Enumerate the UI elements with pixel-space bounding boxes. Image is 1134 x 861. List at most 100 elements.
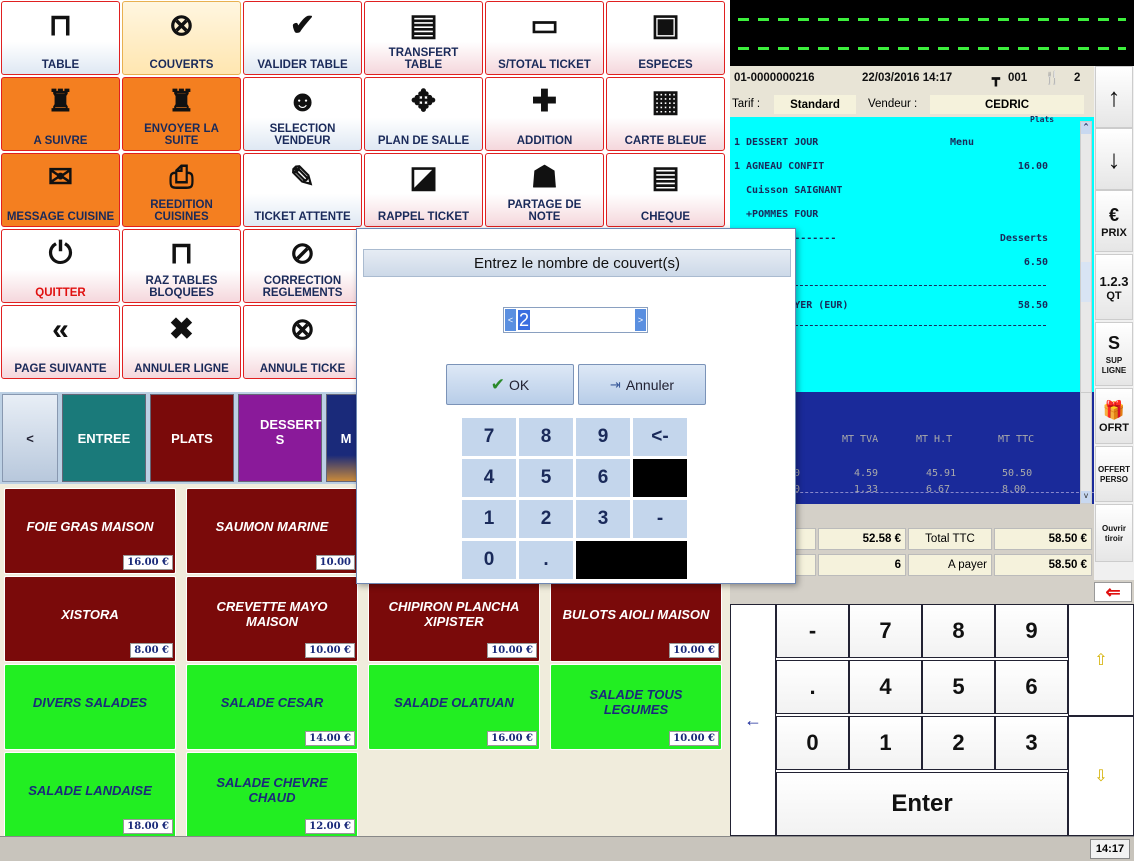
fn-button-reedition-cuisines[interactable]: ⎙ REEDITION CUISINES: [122, 153, 241, 227]
keypad-key[interactable]: .: [776, 660, 849, 714]
product-salade-olatuan[interactable]: SALADE OLATUAN 16.00 €: [368, 664, 540, 750]
category-plats[interactable]: PLATS: [150, 394, 234, 482]
number-icon: 1.2.3: [1099, 273, 1129, 289]
product-chipiron-plancha-xipister[interactable]: CHIPIRON PLANCHA XIPISTER 10.00 €: [368, 576, 540, 662]
scroll-down-icon[interactable]: v: [1081, 491, 1091, 503]
product-foie-gras-maison[interactable]: FOIE GRAS MAISON 16.00 €: [4, 488, 176, 574]
product-salade-cesar[interactable]: SALADE CESAR 14.00 €: [186, 664, 358, 750]
keypad-key[interactable]: 6: [995, 660, 1068, 714]
covers-value[interactable]: 2: [518, 310, 531, 330]
fn-button-rappel-ticket[interactable]: ◪ RAPPEL TICKET: [364, 153, 483, 227]
cancel-button[interactable]: ⇥ Annuler: [578, 364, 706, 405]
product-crevette-mayo-maison[interactable]: CREVETTE MAYO MAISON 10.00 €: [186, 576, 358, 662]
keypad-key[interactable]: 1: [849, 716, 922, 770]
keypad-down-button[interactable]: ⇩: [1068, 716, 1134, 836]
ok-button[interactable]: ✔ OK: [446, 364, 574, 405]
offer-button[interactable]: 🎁 OFRT: [1095, 388, 1133, 444]
keypad-key[interactable]: 8: [922, 604, 995, 658]
category-desserts[interactable]: DESSERT S: [238, 394, 322, 482]
dialog-key[interactable]: 1: [461, 499, 517, 539]
dialog-key[interactable]: 3: [575, 499, 631, 539]
scroll-down-button[interactable]: ↓: [1095, 128, 1133, 190]
category-prev-button[interactable]: <: [2, 394, 58, 482]
fn-button-correction-reglements[interactable]: ⊘ CORRECTION REGLEMENTS: [243, 229, 362, 303]
fn-button-carte-bleue[interactable]: ▦ CARTE BLEUE: [606, 77, 725, 151]
enter-button[interactable]: Enter: [776, 772, 1068, 836]
dialog-key[interactable]: 6: [575, 458, 631, 498]
fn-button-page-suivante[interactable]: « PAGE SUIVANTE: [1, 305, 120, 379]
exit-door-icon: ⇥: [609, 376, 621, 392]
apayer-label: A payer: [908, 554, 992, 576]
fn-button-cheque[interactable]: ▤ CHEQUE: [606, 153, 725, 227]
dialog-key[interactable]: 0: [461, 540, 517, 580]
power-icon: ⏻: [48, 237, 73, 270]
tax-header: MT TVA: [842, 434, 879, 445]
cheque-icon: ▤: [651, 161, 680, 194]
fn-button-partage-de-note[interactable]: ☗ PARTAGE DE NOTE: [485, 153, 604, 227]
product-bulots-aioli-maison[interactable]: BULOTS AIOLI MAISON 10.00 €: [550, 576, 722, 662]
keypad-key[interactable]: -: [776, 604, 849, 658]
fn-button-annuler-ligne[interactable]: ✖ ANNULER LIGNE: [122, 305, 241, 379]
fn-button-annule-ticke[interactable]: ⊗ ANNULE TICKE: [243, 305, 362, 379]
quantity-button[interactable]: 1.2.3 QT: [1095, 254, 1133, 320]
dialog-key[interactable]: -: [632, 499, 688, 539]
product-saumon-marine[interactable]: SAUMON MARINE 10.00: [186, 488, 358, 574]
scroll-up-icon[interactable]: ^: [1081, 122, 1091, 134]
dialog-key[interactable]: 4: [461, 458, 517, 498]
scroll-thumb[interactable]: [1081, 262, 1091, 302]
apayer-value: 58.50 €: [994, 554, 1092, 576]
product-price: 16.00 €: [487, 731, 537, 746]
dialog-key[interactable]: 8: [518, 417, 574, 457]
keypad-key[interactable]: 7: [849, 604, 922, 658]
back-arrow-button[interactable]: ⇐: [1094, 582, 1132, 602]
fn-button-especes[interactable]: ▣ ESPECES: [606, 1, 725, 75]
delete-line-button[interactable]: S SUP LIGNE: [1095, 322, 1133, 386]
product-name: DIVERS SALADES: [32, 694, 148, 710]
fn-button-selection-vendeur[interactable]: ☻ SELECTION VENDEUR: [243, 77, 362, 151]
spinner-increment-button[interactable]: >: [635, 309, 646, 331]
price-button[interactable]: € PRIX: [1095, 190, 1133, 252]
ticket-divider: [790, 285, 1046, 286]
fn-button-ticket-attente[interactable]: ✎ TICKET ATTENTE: [243, 153, 362, 227]
keypad-key[interactable]: 0: [776, 716, 849, 770]
fn-button-plan-de-salle[interactable]: ✥ PLAN DE SALLE: [364, 77, 483, 151]
keypad-left-button[interactable]: ←: [730, 604, 776, 836]
fn-button-message-cuisine[interactable]: ✉ MESSAGE CUISINE: [1, 153, 120, 227]
dialog-key[interactable]: 9: [575, 417, 631, 457]
scroll-up-button[interactable]: ↑: [1095, 66, 1133, 128]
product-salade-chevre-chaud[interactable]: SALADE CHEVRE CHAUD 12.00 €: [186, 752, 358, 838]
product-salade-tous-legumes[interactable]: SALADE TOUS LEGUMES 10.00 €: [550, 664, 722, 750]
spinner-decrement-button[interactable]: <: [505, 309, 516, 331]
dialog-key[interactable]: 7: [461, 417, 517, 457]
fn-button-quitter[interactable]: ⏻ QUITTER: [1, 229, 120, 303]
keypad-up-button[interactable]: ⇧: [1068, 604, 1134, 716]
fn-button-s-total-ticket[interactable]: ▭ S/TOTAL TICKET: [485, 1, 604, 75]
fn-button-addition[interactable]: ✚ ADDITION: [485, 77, 604, 151]
dialog-key[interactable]: 5: [518, 458, 574, 498]
product-salade-landaise[interactable]: SALADE LANDAISE 18.00 €: [4, 752, 176, 838]
offer-perso-button[interactable]: OFFERT PERSO: [1095, 446, 1133, 502]
fn-button-table[interactable]: ⊓ TABLE: [1, 1, 120, 75]
dialog-key[interactable]: .: [518, 540, 574, 580]
product-xistora[interactable]: XISTORA 8.00 €: [4, 576, 176, 662]
category-entree[interactable]: ENTREE: [62, 394, 146, 482]
dialog-key[interactable]: 2: [518, 499, 574, 539]
keypad-key[interactable]: 5: [922, 660, 995, 714]
product-divers-salades[interactable]: DIVERS SALADES: [4, 664, 176, 750]
fn-button-raz-tables-bloquees[interactable]: ⊓ RAZ TABLES BLOQUEES: [122, 229, 241, 303]
fn-button-couverts[interactable]: ⊗ COUVERTS: [122, 1, 241, 75]
keypad-key[interactable]: 4: [849, 660, 922, 714]
ticket-scrollbar[interactable]: ^: [1080, 121, 1092, 393]
open-drawer-button[interactable]: Ouvrir tiroir: [1095, 504, 1133, 562]
keypad-key[interactable]: 9: [995, 604, 1068, 658]
keypad-key[interactable]: 3: [995, 716, 1068, 770]
ticket-scrollbar-lower[interactable]: v: [1080, 392, 1092, 504]
dialog-key[interactable]: <-: [632, 417, 688, 457]
covers-spinner[interactable]: < 2 >: [503, 307, 648, 333]
fn-button-valider-table[interactable]: ✔ VALIDER TABLE: [243, 1, 362, 75]
fn-button-transfert-table[interactable]: ▤ TRANSFERT TABLE: [364, 1, 483, 75]
fn-button-a-suivre[interactable]: ♜ A SUIVRE: [1, 77, 120, 151]
fn-button-label: PAGE SUIVANTE: [14, 363, 107, 375]
keypad-key[interactable]: 2: [922, 716, 995, 770]
fn-button-envoyer-la-suite[interactable]: ♜ ENVOYER LA SUITE: [122, 77, 241, 151]
